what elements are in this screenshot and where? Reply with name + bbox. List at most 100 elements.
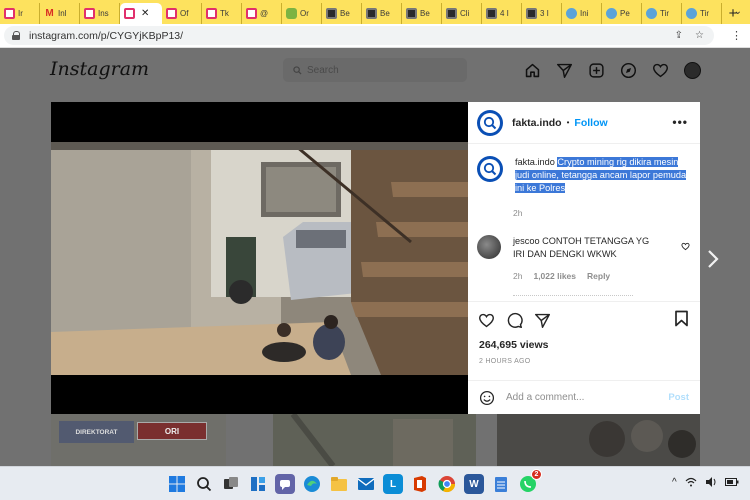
instagram-logo[interactable]: Instagram (50, 58, 149, 80)
notepad-icon[interactable] (491, 474, 511, 494)
caption-username[interactable]: fakta.indo (515, 157, 555, 167)
instagram-icon (166, 8, 177, 19)
separator-dot: • (566, 118, 570, 127)
site-icon (366, 8, 377, 19)
view-count[interactable]: 264,695 views (479, 339, 548, 351)
teams-chat-icon[interactable] (275, 474, 295, 494)
omnibox[interactable]: instagram.com/p/CYGYjKBpP13/ ⇪ ☆ (4, 26, 714, 45)
search-icon[interactable] (194, 474, 214, 494)
grid-thumbnail[interactable] (497, 414, 700, 466)
browser-tab[interactable]: @ (242, 3, 282, 24)
browser-tab[interactable]: M Inl (40, 3, 80, 24)
lock-icon[interactable] (12, 31, 21, 40)
browser-tab[interactable]: Be (402, 3, 442, 24)
browser-tab[interactable]: Ini (562, 3, 602, 24)
author-avatar[interactable] (477, 109, 503, 136)
tab-search-chevron-icon[interactable]: ⌄ (734, 6, 742, 17)
browser-tab[interactable]: 3 I (522, 3, 562, 24)
gmail-icon: M (45, 8, 54, 19)
post-comment-button[interactable]: Post (668, 392, 689, 403)
post-actions (468, 301, 700, 339)
edge-icon[interactable] (302, 474, 322, 494)
commenter-username[interactable]: jescoo (513, 236, 540, 246)
grid-thumbnail[interactable] (273, 414, 476, 466)
site-icon (446, 8, 457, 19)
browser-tab[interactable]: Tk (202, 3, 242, 24)
search-icon (293, 65, 302, 75)
browser-tab-label: Or (300, 9, 309, 18)
browser-tab[interactable]: Pe (602, 3, 642, 24)
browser-tab[interactable]: Cli (442, 3, 482, 24)
like-heart-icon[interactable] (478, 312, 495, 329)
browser-tab[interactable]: Be (362, 3, 402, 24)
whatsapp-icon[interactable]: 2 (518, 469, 542, 494)
reply-button[interactable]: Reply (587, 271, 610, 281)
follow-button[interactable]: Follow (574, 117, 607, 129)
close-tab-icon[interactable]: ✕ (141, 8, 149, 19)
browser-tab[interactable]: Of (162, 3, 202, 24)
browser-tab-label: 4 I (500, 9, 509, 18)
browser-tab-label: Tir (660, 9, 670, 18)
direct-icon[interactable] (555, 61, 573, 79)
commenter-avatar[interactable] (477, 235, 501, 259)
instagram-icon (84, 8, 95, 19)
browser-tab[interactable]: 4 I (482, 3, 522, 24)
site-icon (326, 8, 337, 19)
lark-icon[interactable]: L (383, 474, 403, 494)
bookmark-star-icon[interactable]: ☆ (695, 30, 704, 41)
new-post-icon[interactable] (587, 61, 605, 79)
windows-taskbar: L W 2 ^ (0, 466, 750, 500)
browser-tab[interactable]: ✕ (120, 3, 162, 24)
url-text[interactable]: instagram.com/p/CYGYjKBpP13/ (29, 30, 183, 42)
profile-avatar[interactable] (683, 61, 701, 79)
tray-overflow-icon[interactable]: ^ (672, 477, 677, 488)
office-icon[interactable] (410, 474, 430, 494)
comment-meta: 2h 1,022 likes Reply (513, 271, 610, 281)
share-icon[interactable]: ⇪ (675, 30, 683, 41)
search-input[interactable]: Search (283, 58, 467, 82)
activity-heart-icon[interactable] (651, 61, 669, 79)
task-view-icon[interactable] (221, 474, 241, 494)
next-post-chevron-icon[interactable] (706, 249, 720, 269)
grid-thumbnail[interactable]: DIREKTORAT ORI (51, 414, 226, 466)
wifi-icon[interactable] (685, 477, 697, 487)
browser-tab-label: Inl (58, 9, 67, 18)
post-header: fakta.indo • Follow ••• (468, 102, 700, 144)
home-icon[interactable] (523, 61, 541, 79)
save-bookmark-icon[interactable] (674, 310, 689, 327)
puzzle-icon (566, 8, 577, 19)
windows-start-icon[interactable] (167, 474, 187, 494)
browser-menu-icon[interactable]: ⋮ (731, 29, 742, 42)
chrome-icon[interactable] (437, 474, 457, 494)
comment-input[interactable] (506, 392, 656, 403)
share-plane-icon[interactable] (534, 312, 551, 329)
post-side-panel: fakta.indo • Follow ••• fakta.indo Crypt… (468, 102, 700, 414)
browser-tab[interactable]: Tir (642, 3, 682, 24)
caption-avatar[interactable] (477, 156, 503, 182)
comment-body: jescoo CONTOH TETANGGA YG IRI DAN DENGKI… (513, 235, 663, 261)
whatsapp-notification-badge: 2 (531, 469, 542, 480)
more-options-icon[interactable]: ••• (672, 115, 688, 129)
author-username[interactable]: fakta.indo (512, 117, 562, 129)
browser-tab-label: Be (340, 9, 350, 18)
emoji-icon[interactable] (479, 390, 495, 406)
post-video[interactable] (51, 102, 468, 414)
browser-tab[interactable]: Be (322, 3, 362, 24)
mail-icon[interactable] (356, 474, 376, 494)
browser-tab[interactable]: Ir (0, 3, 40, 24)
browser-tab[interactable]: Or (282, 3, 322, 24)
battery-icon[interactable] (724, 477, 739, 487)
widgets-icon[interactable] (248, 474, 268, 494)
puzzle-icon (646, 8, 657, 19)
browser-tab[interactable]: Tir (682, 3, 722, 24)
volume-icon[interactable] (705, 477, 717, 487)
search-placeholder: Search (307, 64, 339, 76)
like-comment-heart-icon[interactable] (681, 242, 690, 251)
green-icon (286, 8, 297, 19)
explore-icon[interactable] (619, 61, 637, 79)
comment-bubble-icon[interactable] (506, 312, 523, 329)
browser-tab[interactable]: Ins (80, 3, 120, 24)
word-icon[interactable]: W (464, 474, 484, 494)
file-explorer-icon[interactable] (329, 474, 349, 494)
comment-likes[interactable]: 1,022 likes (533, 271, 576, 281)
